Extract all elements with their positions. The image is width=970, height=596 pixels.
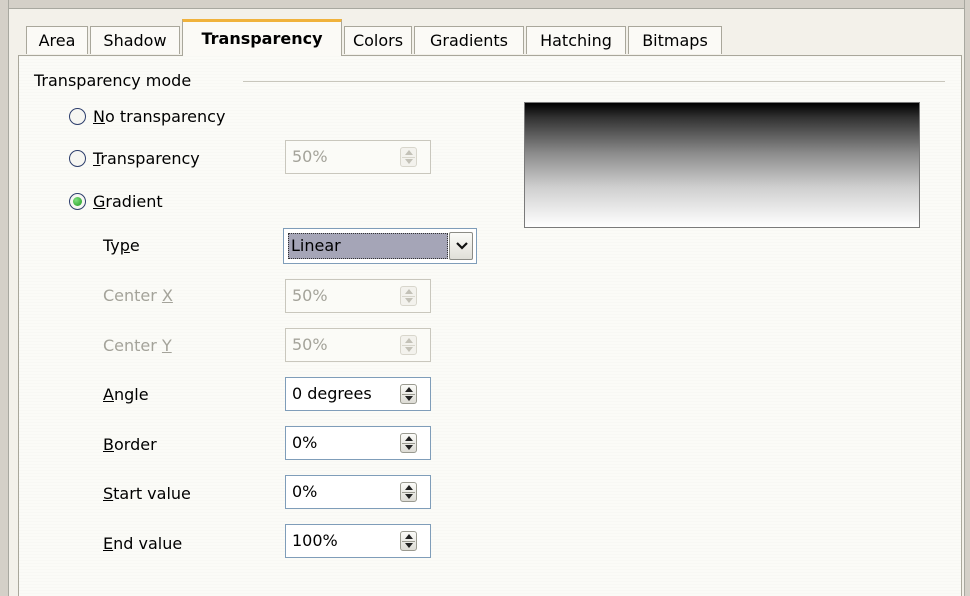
type-selected-value: Linear: [288, 233, 448, 259]
start-value-value: 0%: [292, 482, 318, 501]
tab-area[interactable]: Area: [26, 26, 88, 54]
border-value: 0%: [292, 433, 318, 452]
window-top-edge: [0, 0, 970, 9]
dropdown-button[interactable]: [449, 232, 473, 260]
center-y-value: 50%: [292, 335, 328, 354]
group-divider: [243, 81, 945, 82]
spin-arrows-icon[interactable]: [400, 286, 417, 306]
transparency-radio[interactable]: [69, 149, 86, 167]
no-transparency-option[interactable]: No transparency: [69, 104, 225, 128]
end-value-label: End value: [103, 534, 183, 553]
spin-arrows-icon[interactable]: [400, 482, 417, 502]
end-value-value: 100%: [292, 531, 338, 550]
border-spinbox[interactable]: 0%: [285, 426, 431, 460]
tab-bitmaps[interactable]: Bitmaps: [628, 26, 722, 54]
center-x-value: 50%: [292, 286, 328, 305]
type-dropdown[interactable]: Linear: [283, 228, 477, 264]
spin-arrows-icon[interactable]: [400, 531, 417, 551]
angle-value: 0 degrees: [292, 384, 372, 403]
no-transparency-radio[interactable]: [69, 107, 86, 125]
window-left-edge: [0, 0, 9, 596]
start-value-label: Start value: [103, 484, 191, 503]
spin-arrows-icon[interactable]: [400, 147, 417, 167]
transparency-spinbox[interactable]: 50%: [285, 140, 431, 174]
tab-shadow[interactable]: Shadow: [90, 26, 180, 54]
tab-gradients[interactable]: Gradients: [414, 26, 524, 54]
transparency-value: 50%: [292, 147, 328, 166]
transparency-label: Transparency: [93, 148, 200, 168]
gradient-label: Gradient: [93, 191, 163, 211]
tab-hatching[interactable]: Hatching: [526, 26, 626, 54]
center-x-label: Center X: [103, 286, 173, 305]
transparency-option[interactable]: Transparency: [69, 146, 200, 170]
center-y-label: Center Y: [103, 336, 172, 355]
gradient-preview: [524, 102, 920, 228]
no-transparency-label: No transparency: [93, 106, 226, 126]
gradient-option[interactable]: Gradient: [69, 189, 163, 213]
center-x-spinbox[interactable]: 50%: [285, 279, 431, 313]
angle-label: Angle: [103, 385, 149, 404]
gradient-radio[interactable]: [69, 192, 86, 210]
type-label: Type: [103, 236, 140, 255]
tab-colors[interactable]: Colors: [344, 26, 412, 54]
spin-arrows-icon[interactable]: [400, 335, 417, 355]
window-right-edge: [964, 0, 970, 596]
border-label: Border: [103, 435, 157, 454]
tab-transparency[interactable]: Transparency: [182, 19, 342, 56]
end-value-spinbox[interactable]: 100%: [285, 524, 431, 558]
spin-arrows-icon[interactable]: [400, 384, 417, 404]
angle-spinbox[interactable]: 0 degrees: [285, 377, 431, 411]
spin-arrows-icon[interactable]: [400, 433, 417, 453]
transparency-mode-label: Transparency mode: [34, 71, 192, 90]
center-y-spinbox[interactable]: 50%: [285, 328, 431, 362]
start-value-spinbox[interactable]: 0%: [285, 475, 431, 509]
chevron-down-icon: [456, 242, 468, 250]
